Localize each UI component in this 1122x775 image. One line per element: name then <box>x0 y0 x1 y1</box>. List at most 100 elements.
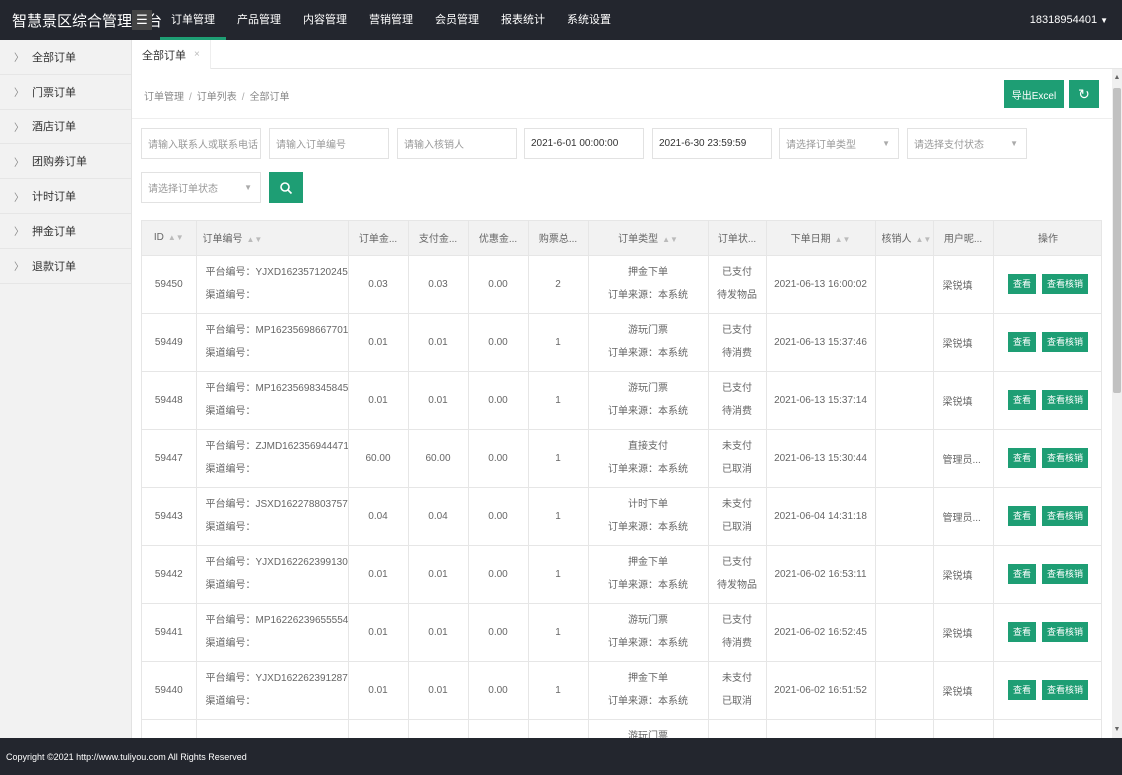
cell-pay-amount: 60.00 <box>408 429 469 488</box>
cell-order-type: 游玩门票订单来源：本系统 <box>588 313 709 372</box>
column-order-type[interactable]: 订单类型 ▲▼ <box>588 221 709 256</box>
refresh-icon[interactable]: ↻ <box>1069 80 1099 108</box>
fulfil-status: 已取消 <box>722 696 752 707</box>
view-verification-button[interactable]: 查看核销 <box>1042 448 1089 468</box>
cell-order-status: 已支付 待发物品 <box>708 255 767 314</box>
scroll-down-icon[interactable]: ▼ <box>1112 726 1122 733</box>
table-body: 59450平台编号：YJXD162357120245645渠道编号：0.030.… <box>142 255 1101 738</box>
order-source: 订单来源：本系统 <box>608 522 688 533</box>
cell-discount: 0.00 <box>468 371 529 430</box>
view-button[interactable]: 查看 <box>1007 680 1036 700</box>
platform-number: 平台编号：YJXD162262399130007 <box>205 557 348 568</box>
column-id[interactable]: ID ▲▼ <box>142 221 197 256</box>
export-excel-button[interactable]: 导出Excel <box>1004 80 1064 108</box>
order-source: 订单来源：本系统 <box>608 290 688 301</box>
view-button[interactable]: 查看 <box>1007 390 1036 410</box>
view-button[interactable]: 查看 <box>1007 274 1036 294</box>
order-type: 游玩门票 <box>628 383 668 394</box>
sort-icon: ▲▼ <box>915 235 932 245</box>
view-verification-button[interactable]: 查看核销 <box>1042 564 1089 584</box>
view-button[interactable]: 查看 <box>1007 622 1036 642</box>
view-verification-button[interactable]: 查看核销 <box>1042 622 1089 642</box>
order-type-select[interactable]: 请选择订单类型 ▼ <box>779 128 899 159</box>
platform-number: 平台编号：MP162356983458456 <box>205 383 348 394</box>
scrollbar-thumb[interactable] <box>1113 88 1121 393</box>
cell-pay-amount: 0.01 <box>408 313 469 372</box>
channel-number: 渠道编号： <box>205 348 256 359</box>
sidebar-item-label: 全部订单 <box>32 51 76 64</box>
cell-order-amount: 0.01 <box>348 603 409 662</box>
pay-status: 已支付 <box>722 615 752 626</box>
sidebar-item-deposit-orders[interactable]: 〉押金订单 <box>0 214 131 249</box>
breadcrumb-item[interactable]: 订单列表 <box>197 92 237 103</box>
user-menu[interactable]: 18318954401 ▼ <box>1030 0 1108 40</box>
order-status-placeholder: 请选择订单状态 <box>148 184 218 195</box>
view-button[interactable]: 查看 <box>1007 506 1036 526</box>
sidebar-item-ticket-orders[interactable]: 〉门票订单 <box>0 75 131 110</box>
view-button[interactable]: 查看 <box>1007 332 1036 352</box>
view-verification-button[interactable]: 查看核销 <box>1042 274 1089 294</box>
cell-order-status: 已支付 待消费 <box>708 603 767 662</box>
nav-order-management[interactable]: 订单管理 <box>160 0 226 40</box>
close-icon[interactable]: × <box>194 49 200 60</box>
column-discount: 优惠金... <box>468 221 529 256</box>
view-verification-button[interactable]: 查看核销 <box>1042 506 1089 526</box>
end-date-input[interactable]: 2021-6-30 23:59:59 <box>652 128 772 159</box>
view-verification-button[interactable]: 查看核销 <box>1042 390 1089 410</box>
nav-product-management[interactable]: 产品管理 <box>226 0 292 40</box>
fulfil-status: 待消费 <box>722 406 752 417</box>
cell-user: 管理员... <box>933 429 994 488</box>
column-order-date[interactable]: 下单日期 ▲▼ <box>766 221 876 256</box>
channel-number: 渠道编号： <box>205 290 256 301</box>
column-order-number[interactable]: 订单编号 ▲▼ <box>196 221 349 256</box>
sidebar-item-label: 门票订单 <box>32 86 76 99</box>
sidebar-item-group-coupon-orders[interactable]: 〉团购券订单 <box>0 144 131 180</box>
platform-number: 平台编号：YJXD162357120245645 <box>205 267 348 278</box>
sidebar-item-label: 押金订单 <box>32 225 76 238</box>
nav-content-management[interactable]: 内容管理 <box>292 0 358 40</box>
column-order-amount: 订单金... <box>348 221 409 256</box>
search-button[interactable] <box>269 172 303 203</box>
chevron-down-icon: ▼ <box>1010 139 1018 148</box>
table-row: 59447 平台编号：ZJMD162356944471424 渠道编号： 60.006… <box>142 429 1101 488</box>
view-button[interactable]: 查看 <box>1007 448 1036 468</box>
order-type: 游玩门票 <box>628 325 668 336</box>
cell-verifier <box>875 255 934 314</box>
cell-operations: 查看 查看核销 <box>993 313 1101 372</box>
view-verification-button[interactable]: 查看核销 <box>1042 332 1089 352</box>
column-ticket-count: 购票总... <box>528 221 589 256</box>
cell-order-number: 平台编号：MP162262389493713 <box>196 719 349 738</box>
fulfil-status: 待消费 <box>722 348 752 359</box>
cell-verifier <box>875 429 934 488</box>
sidebar-item-hotel-orders[interactable]: 〉酒店订单 <box>0 110 131 145</box>
sidebar-item-refund-orders[interactable]: 〉退款订单 <box>0 249 131 284</box>
scroll-up-icon[interactable]: ▲ <box>1112 74 1122 81</box>
verifier-input[interactable]: 请输入核销人 <box>397 128 517 159</box>
nav-member-management[interactable]: 会员管理 <box>424 0 490 40</box>
order-status-select[interactable]: 请选择订单状态 ▼ <box>141 172 261 203</box>
pay-status-select[interactable]: 请选择支付状态 ▼ <box>907 128 1027 159</box>
sidebar-item-label: 退款订单 <box>32 260 76 273</box>
nav-system-settings[interactable]: 系统设置 <box>556 0 622 40</box>
cell-verifier <box>875 603 934 662</box>
cell-order-date: 2021-06-02 16:53:11 <box>766 545 876 604</box>
column-operations: 操作 <box>993 221 1101 256</box>
sidebar-item-timed-orders[interactable]: 〉计时订单 <box>0 179 131 214</box>
nav-reports[interactable]: 报表统计 <box>490 0 556 40</box>
cell-order-amount: 0.01 <box>348 371 409 430</box>
view-verification-button[interactable]: 查看核销 <box>1042 680 1089 700</box>
caret-down-icon: ▼ <box>1100 16 1108 25</box>
cell-order-type: 游玩门票订单来源：本系统 <box>588 603 709 662</box>
column-verifier[interactable]: 核销人 ▲▼ <box>875 221 934 256</box>
contact-search-input[interactable]: 请输入联系人或联系电话 <box>141 128 261 159</box>
cell-order-type: 押金下单 订单来源：本系统 <box>588 661 709 720</box>
cell-order-type: 直接支付 订单来源：本系统 <box>588 429 709 488</box>
sidebar-item-all-orders[interactable]: 〉全部订单 <box>0 40 131 75</box>
breadcrumb-item[interactable]: 订单管理 <box>144 92 184 103</box>
view-button[interactable]: 查看 <box>1007 564 1036 584</box>
tab-all-orders[interactable]: 全部订单 × <box>132 40 211 69</box>
nav-marketing-management[interactable]: 营销管理 <box>358 0 424 40</box>
menu-toggle-icon[interactable]: ☰ <box>132 10 152 30</box>
start-date-input[interactable]: 2021-6-01 00:00:00 <box>524 128 644 159</box>
order-number-input[interactable]: 请输入订单编号 <box>269 128 389 159</box>
